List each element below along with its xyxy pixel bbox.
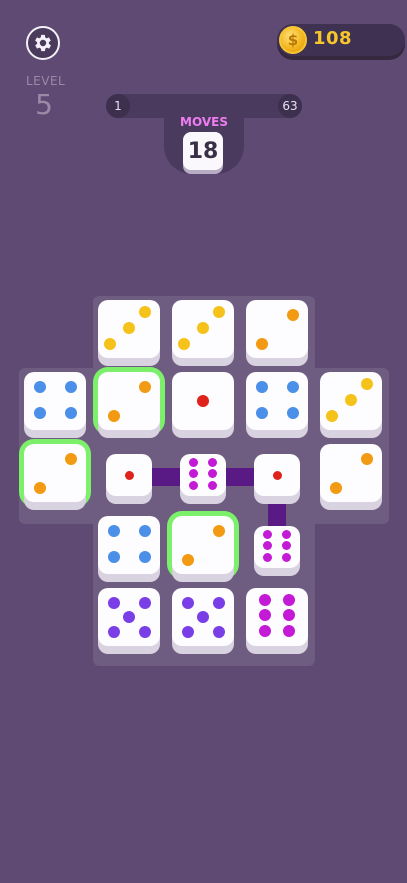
- dice-pip: [178, 337, 191, 350]
- dice-pip: [124, 470, 134, 480]
- dice-pip: [281, 552, 291, 562]
- dice-4[interactable]: [98, 516, 160, 574]
- dice-6[interactable]: [180, 454, 226, 496]
- dice-pip: [64, 380, 77, 393]
- dice-1[interactable]: [254, 454, 300, 496]
- dice-pip: [33, 406, 46, 419]
- dice-pip: [263, 552, 273, 562]
- dice-pip: [107, 524, 120, 537]
- dice-pip: [189, 480, 199, 490]
- level-label: LEVEL: [26, 74, 66, 88]
- dice-pip: [207, 480, 217, 490]
- dice-pip: [281, 541, 291, 551]
- dice-pip: [181, 553, 194, 566]
- dice-pip: [286, 308, 299, 321]
- dice-5[interactable]: [172, 588, 234, 646]
- dice-4[interactable]: [246, 372, 308, 430]
- dice-3[interactable]: [320, 372, 382, 430]
- dice-pip: [212, 596, 225, 609]
- coin-value: 108: [313, 28, 353, 49]
- dice-pip: [181, 596, 194, 609]
- dice-pip: [281, 529, 291, 539]
- dice-3[interactable]: [172, 300, 234, 358]
- dice-pip: [197, 395, 209, 407]
- progress-end: 63: [278, 94, 302, 118]
- dice-pip: [107, 409, 120, 422]
- dice-pip: [64, 452, 77, 465]
- dice-1[interactable]: [106, 454, 152, 496]
- coin-icon: $: [279, 26, 307, 54]
- moves-counter: 18: [183, 132, 223, 170]
- dice-pip: [138, 305, 151, 318]
- dice-pip: [107, 625, 120, 638]
- dice-pip: [360, 452, 373, 465]
- dice-pip: [283, 624, 296, 637]
- dice-pip: [138, 596, 151, 609]
- dice-pip: [104, 337, 117, 350]
- level-number: 5: [35, 88, 53, 121]
- dice-pip: [107, 596, 120, 609]
- dice-4[interactable]: [24, 372, 86, 430]
- dice-pip: [189, 469, 199, 479]
- progress-start: 1: [106, 94, 130, 118]
- dice-pip: [212, 305, 225, 318]
- dice-pip: [283, 609, 296, 622]
- dice-pip: [286, 380, 299, 393]
- dice-pip: [255, 380, 268, 393]
- dice-pip: [329, 481, 342, 494]
- dice-pip: [123, 611, 135, 623]
- dice-pip: [138, 524, 151, 537]
- dice-6[interactable]: [254, 526, 300, 568]
- dice-pip: [138, 550, 151, 563]
- dice-pip: [207, 469, 217, 479]
- dice-pip: [123, 321, 135, 334]
- dice-2[interactable]: [98, 372, 160, 430]
- dice-3[interactable]: [98, 300, 160, 358]
- dice-pip: [255, 337, 268, 350]
- dice-pip: [33, 481, 46, 494]
- dice-pip: [197, 611, 209, 623]
- dice-pip: [138, 380, 151, 393]
- dice-pip: [207, 457, 217, 467]
- dice-2[interactable]: [172, 516, 234, 574]
- dice-pip: [263, 541, 273, 551]
- dice-pip: [360, 377, 373, 390]
- dice-pip: [33, 380, 46, 393]
- dice-6[interactable]: [246, 588, 308, 646]
- dice-pip: [107, 550, 120, 563]
- dice-pip: [197, 321, 209, 334]
- coin-counter: $ 108: [277, 24, 405, 56]
- dice-2[interactable]: [320, 444, 382, 502]
- gear-icon: [35, 34, 51, 52]
- dice-pip: [286, 406, 299, 419]
- dice-pip: [181, 625, 194, 638]
- dice-pip: [189, 457, 199, 467]
- dice-pip: [212, 625, 225, 638]
- dice-2[interactable]: [24, 444, 86, 502]
- dice-pip: [283, 593, 296, 606]
- dice-pip: [212, 524, 225, 537]
- dice-1[interactable]: [172, 372, 234, 430]
- dice-pip: [258, 593, 271, 606]
- moves-label: MOVES: [180, 115, 228, 129]
- dice-pip: [138, 625, 151, 638]
- settings-button[interactable]: [26, 26, 60, 60]
- dice-pip: [64, 406, 77, 419]
- dice-pip: [258, 609, 271, 622]
- dice-5[interactable]: [98, 588, 160, 646]
- dice-pip: [258, 624, 271, 637]
- dice-pip: [345, 393, 357, 406]
- dice-pip: [263, 529, 273, 539]
- dice-pip: [326, 409, 339, 422]
- dice-2[interactable]: [246, 300, 308, 358]
- dice-pip: [272, 470, 282, 480]
- dice-pip: [255, 406, 268, 419]
